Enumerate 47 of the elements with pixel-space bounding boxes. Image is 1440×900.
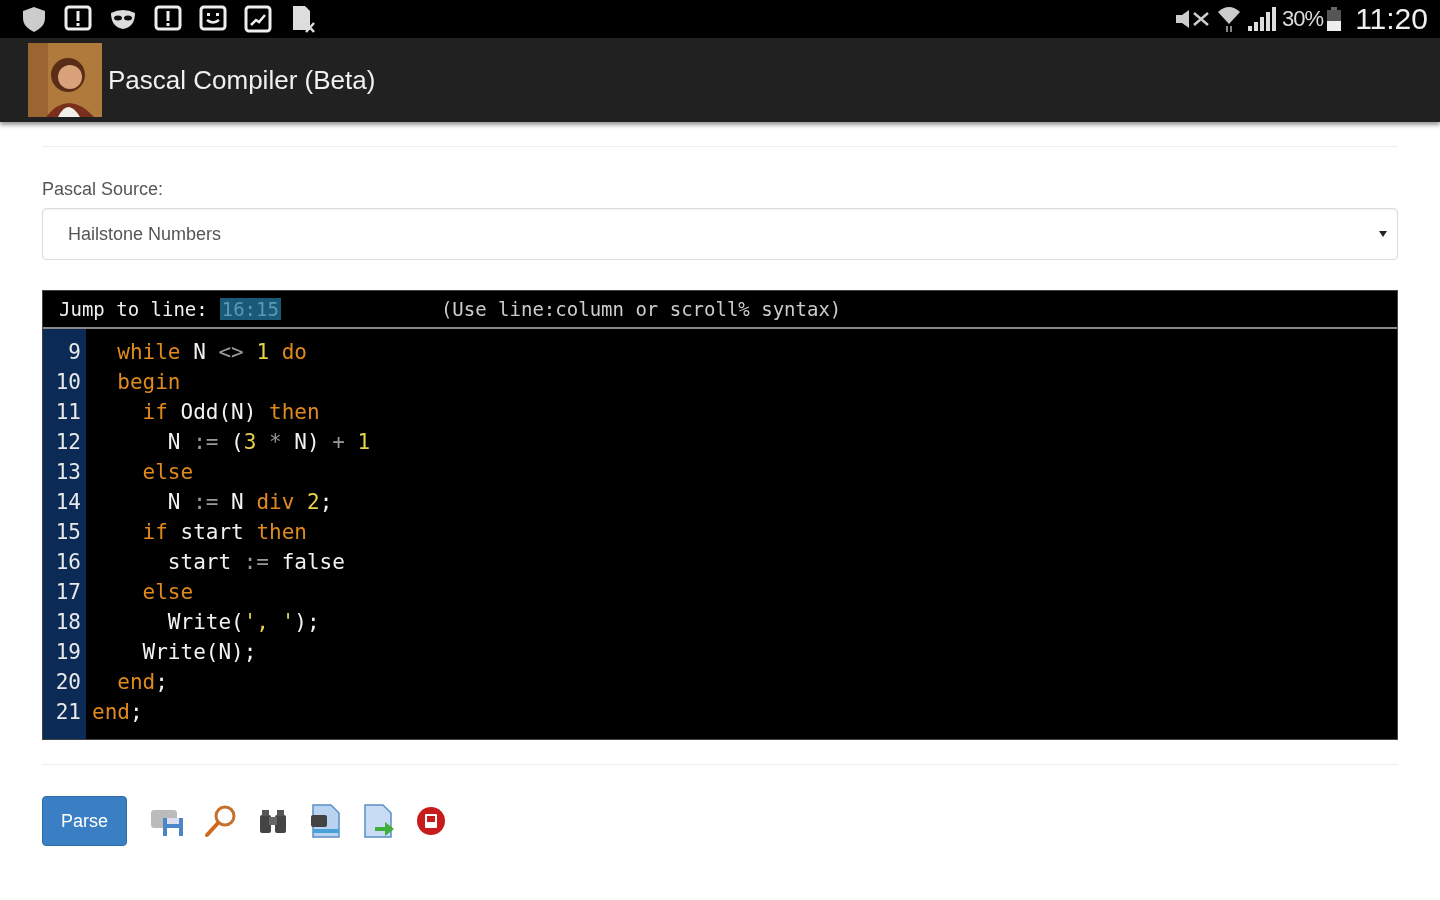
- code-line: else: [141, 460, 194, 484]
- stop-icon[interactable]: [415, 805, 448, 837]
- line-number: 13: [54, 460, 82, 484]
- battery-icon: [1327, 7, 1342, 31]
- alert-icon: [63, 4, 93, 34]
- code-line: while N <> 1 do: [116, 340, 307, 364]
- mask-icon: [108, 7, 138, 31]
- signal-icon: [1246, 6, 1279, 32]
- jump-input[interactable]: 16:15: [219, 298, 281, 320]
- battery-percentage: 30%: [1282, 6, 1324, 32]
- chart-icon: [243, 4, 273, 34]
- app-icon: [28, 43, 102, 117]
- line-number: 20: [54, 670, 82, 694]
- line-number: 16: [54, 550, 82, 574]
- code-line: Write(N);: [141, 640, 257, 664]
- line-number: 15: [54, 520, 82, 544]
- code-line: end;: [116, 670, 168, 694]
- code-line: N := N div 2;: [166, 490, 333, 514]
- code-line: Write(', ');: [166, 610, 320, 634]
- line-number: 17: [54, 580, 82, 604]
- source-dropdown[interactable]: Hailstone Numbers: [42, 208, 1398, 260]
- dropdown-caret-icon: [1379, 231, 1387, 237]
- clock-time: 11:20: [1355, 2, 1428, 36]
- code-line: else: [141, 580, 194, 604]
- code-line: N := (3 * N) + 1: [166, 430, 371, 454]
- line-number: 18: [54, 610, 82, 634]
- parse-button[interactable]: Parse: [42, 796, 128, 846]
- line-number: 10: [54, 370, 82, 394]
- shield-icon: [20, 5, 48, 33]
- code-line: if start then: [141, 520, 307, 544]
- line-number: 9: [67, 340, 82, 364]
- jump-label: Jump to line:: [59, 298, 208, 320]
- app-title: Pascal Compiler (Beta): [108, 64, 376, 96]
- line-number: 21: [54, 700, 82, 724]
- line-number: 11: [54, 400, 82, 424]
- line-number: 12: [54, 430, 82, 454]
- jump-hint: (Use line:column or scroll% syntax): [440, 298, 842, 320]
- alert-icon: [153, 4, 183, 34]
- smiley-icon: [198, 4, 228, 34]
- source-label: Pascal Source:: [42, 179, 165, 200]
- wifi-icon: [1216, 4, 1243, 34]
- line-number: 14: [54, 490, 82, 514]
- line-number: 19: [54, 640, 82, 664]
- code-line: begin: [116, 370, 181, 394]
- code-line: start := false: [166, 550, 345, 574]
- code-line: if Odd(N) then: [141, 400, 320, 424]
- code-line: end;: [91, 700, 143, 724]
